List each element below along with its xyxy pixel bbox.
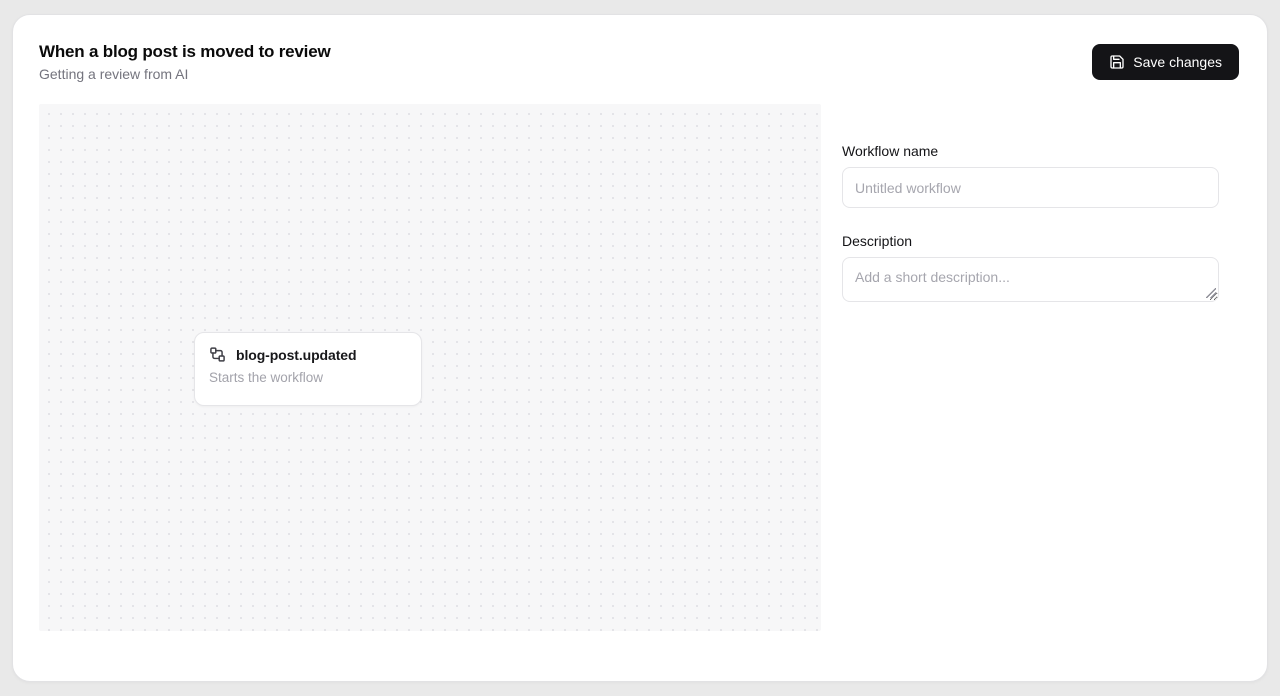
trigger-node-title: blog-post.updated: [236, 347, 356, 363]
page-subtitle: Getting a review from AI: [39, 66, 331, 82]
workflow-editor-card: When a blog post is moved to review Gett…: [12, 14, 1268, 682]
description-textarea[interactable]: [842, 257, 1219, 302]
trigger-node-header: blog-post.updated: [209, 346, 407, 363]
workflow-name-field-group: Workflow name: [842, 143, 1219, 208]
trigger-node[interactable]: blog-post.updated Starts the workflow: [194, 332, 422, 406]
header: When a blog post is moved to review Gett…: [39, 41, 1239, 82]
header-titles: When a blog post is moved to review Gett…: [39, 41, 331, 82]
description-field-group: Description: [842, 233, 1219, 302]
save-changes-button[interactable]: Save changes: [1092, 44, 1239, 80]
settings-panel: Workflow name Description: [842, 143, 1219, 302]
page-title: When a blog post is moved to review: [39, 41, 331, 62]
description-label: Description: [842, 233, 1219, 249]
save-icon: [1109, 54, 1125, 70]
workflow-name-input[interactable]: [842, 167, 1219, 208]
save-button-label: Save changes: [1133, 54, 1222, 70]
description-textarea-wrap: [842, 257, 1219, 302]
workflow-trigger-icon: [209, 346, 226, 363]
trigger-node-subtitle: Starts the workflow: [209, 370, 407, 385]
workflow-name-label: Workflow name: [842, 143, 1219, 159]
workflow-canvas[interactable]: blog-post.updated Starts the workflow: [39, 104, 821, 631]
